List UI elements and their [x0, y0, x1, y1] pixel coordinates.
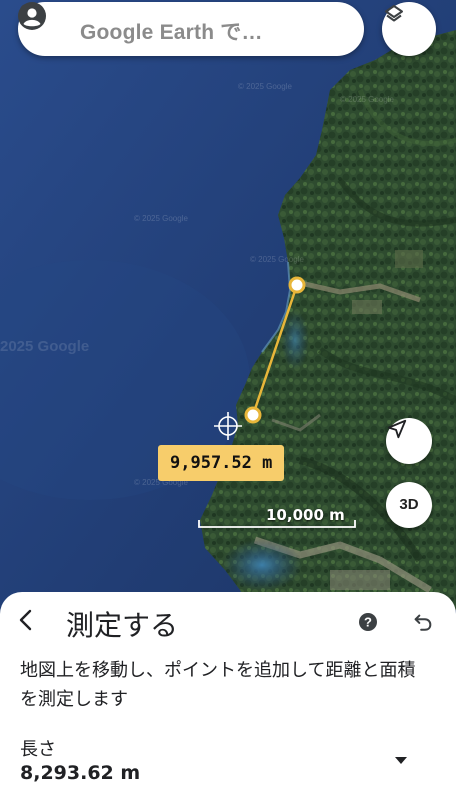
length-label: 長さ — [20, 739, 56, 760]
panel-description: 地図上を移動し、ポイントを追加して距離と面積を測定します — [20, 660, 416, 710]
dropdown-arrow-icon[interactable] — [393, 754, 409, 766]
watermark: © 2025 Google — [250, 255, 304, 264]
watermark: © 2025 Google — [134, 214, 188, 223]
search-placeholder[interactable]: Google Earth で… — [80, 16, 263, 46]
map-view[interactable]: © 2025 Google © 2025 Google © 2025 Googl… — [0, 0, 456, 610]
scale-label: 10,000 m — [266, 506, 345, 524]
navigation-arrow-icon — [387, 419, 407, 439]
layers-icon — [385, 5, 403, 22]
watermark: 2025 Google — [0, 338, 90, 355]
measure-panel: 測定する ? 地図上を移動し、ポイントを追加して距離と面積を測定します 長さ 8… — [0, 592, 456, 800]
help-circle-icon[interactable]: ? — [358, 612, 378, 632]
svg-text:?: ? — [364, 615, 372, 630]
undo-icon[interactable] — [412, 611, 434, 633]
watermark: © 2025 Google — [238, 82, 292, 91]
chevron-left-icon[interactable] — [14, 608, 38, 632]
layers-button[interactable] — [382, 2, 436, 56]
watermark: © 2025 Google — [340, 95, 394, 104]
account-circle-icon[interactable] — [18, 2, 46, 30]
3d-toggle-button[interactable]: 3D — [386, 482, 432, 528]
panel-title: 測定する — [66, 609, 179, 642]
length-value: 8,293.62 m — [20, 762, 141, 784]
search-bar[interactable]: Google Earth で… — [18, 2, 364, 56]
3d-label: 3D — [399, 496, 419, 513]
my-location-button[interactable] — [386, 418, 432, 464]
measurement-distance-label: 9,957.52 m — [158, 445, 285, 481]
